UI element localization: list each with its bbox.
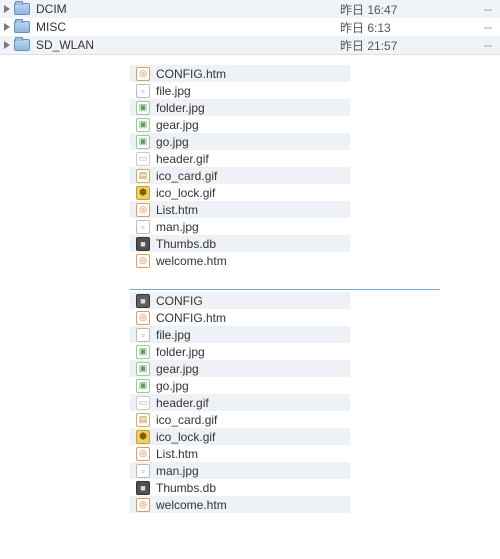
disclosure-triangle-icon[interactable] xyxy=(4,5,10,13)
file-row[interactable]: ◎ welcome.htm xyxy=(130,252,350,269)
htm-icon: ◎ xyxy=(136,254,150,268)
file-row[interactable]: ▣ folder.jpg xyxy=(130,343,350,360)
tree-row[interactable]: MISC昨日 6:13-- xyxy=(0,18,500,36)
file-name: gear.jpg xyxy=(156,118,199,132)
folder-name: SD_WLAN xyxy=(36,38,340,52)
file-row[interactable]: ▫ file.jpg xyxy=(130,326,350,343)
folder-name: DCIM xyxy=(36,2,340,16)
file-name: header.gif xyxy=(156,396,209,410)
disclosure-triangle-icon[interactable] xyxy=(4,41,10,49)
img-icon: ▣ xyxy=(136,118,150,132)
folder-name: MISC xyxy=(36,20,340,34)
gif-icon: ▭ xyxy=(136,396,150,410)
img-icon: ▣ xyxy=(136,345,150,359)
file-name: CONFIG.htm xyxy=(156,311,226,325)
tree-row[interactable]: DCIM昨日 16:47-- xyxy=(0,0,500,18)
file-row[interactable]: ▫ file.jpg xyxy=(130,82,350,99)
file-name: file.jpg xyxy=(156,328,191,342)
file-row[interactable]: ■ Thumbs.db xyxy=(130,479,350,496)
file-name: ico_lock.gif xyxy=(156,186,215,200)
lock-icon: ⬢ xyxy=(136,186,150,200)
gif-icon: ▭ xyxy=(136,152,150,166)
file-row[interactable]: ◎ List.htm xyxy=(130,445,350,462)
file-list-1: ◎ CONFIG.htm ▫ file.jpg ▣ folder.jpg ▣ gear.jpg… xyxy=(130,65,350,269)
file-row[interactable]: ◎ CONFIG.htm xyxy=(130,65,350,82)
disclosure-triangle-icon[interactable] xyxy=(4,23,10,31)
htm-icon: ◎ xyxy=(136,498,150,512)
folder-icon: ■ xyxy=(136,294,150,308)
folder-icon xyxy=(14,3,30,15)
file-name: Thumbs.db xyxy=(156,237,216,251)
file-name: man.jpg xyxy=(156,464,199,478)
file-row[interactable]: ▣ go.jpg xyxy=(130,133,350,150)
file-row[interactable]: ▤ ico_card.gif xyxy=(130,167,350,184)
img-icon: ▣ xyxy=(136,379,150,393)
file-row[interactable]: ▤ ico_card.gif xyxy=(130,411,350,428)
db-icon: ■ xyxy=(136,237,150,251)
file-row[interactable]: ▭ header.gif xyxy=(130,394,350,411)
modified-date: 昨日 21:57 xyxy=(340,37,460,54)
img-icon: ▣ xyxy=(136,362,150,376)
file-row[interactable]: ▫ man.jpg xyxy=(130,218,350,235)
folder-icon xyxy=(14,21,30,33)
file-row[interactable]: ▫ man.jpg xyxy=(130,462,350,479)
htm-icon: ◎ xyxy=(136,67,150,81)
img-icon: ▣ xyxy=(136,101,150,115)
lock-icon: ⬢ xyxy=(136,430,150,444)
file-name: welcome.htm xyxy=(156,254,227,268)
file-name: man.jpg xyxy=(156,220,199,234)
jpg-icon: ▫ xyxy=(136,220,150,234)
file-row[interactable]: ▭ header.gif xyxy=(130,150,350,167)
file-row[interactable]: ◎ List.htm xyxy=(130,201,350,218)
file-name: folder.jpg xyxy=(156,101,205,115)
img-icon: ▣ xyxy=(136,135,150,149)
htm-icon: ◎ xyxy=(136,447,150,461)
file-name: List.htm xyxy=(156,447,198,461)
file-row[interactable]: ⬢ ico_lock.gif xyxy=(130,428,350,445)
file-name: CONFIG.htm xyxy=(156,67,226,81)
file-name: List.htm xyxy=(156,203,198,217)
file-name: gear.jpg xyxy=(156,362,199,376)
file-row[interactable]: ■ CONFIG xyxy=(130,292,350,309)
htm-icon: ◎ xyxy=(136,203,150,217)
file-size: -- xyxy=(460,38,500,52)
file-name: CONFIG xyxy=(156,294,203,308)
card-icon: ▤ xyxy=(136,169,150,183)
card-icon: ▤ xyxy=(136,413,150,427)
file-size: -- xyxy=(460,20,500,34)
file-name: ico_card.gif xyxy=(156,413,217,427)
file-row[interactable]: ■ Thumbs.db xyxy=(130,235,350,252)
file-name: ico_card.gif xyxy=(156,169,217,183)
file-name: file.jpg xyxy=(156,84,191,98)
folder-tree: DCIM昨日 16:47--MISC昨日 6:13--SD_WLAN昨日 21:… xyxy=(0,0,500,55)
file-row[interactable]: ◎ welcome.htm xyxy=(130,496,350,513)
file-row[interactable]: ▣ go.jpg xyxy=(130,377,350,394)
file-name: welcome.htm xyxy=(156,498,227,512)
modified-date: 昨日 16:47 xyxy=(340,1,460,18)
jpg-icon: ▫ xyxy=(136,464,150,478)
file-list-2: ■ CONFIG ◎ CONFIG.htm ▫ file.jpg ▣ folder.jpg ▣ g… xyxy=(130,289,440,513)
folder-icon xyxy=(14,39,30,51)
jpg-icon: ▫ xyxy=(136,328,150,342)
file-name: folder.jpg xyxy=(156,345,205,359)
file-name: Thumbs.db xyxy=(156,481,216,495)
file-name: ico_lock.gif xyxy=(156,430,215,444)
file-row[interactable]: ⬢ ico_lock.gif xyxy=(130,184,350,201)
file-name: go.jpg xyxy=(156,379,189,393)
tree-row[interactable]: SD_WLAN昨日 21:57-- xyxy=(0,36,500,54)
jpg-icon: ▫ xyxy=(136,84,150,98)
file-name: go.jpg xyxy=(156,135,189,149)
file-row[interactable]: ▣ gear.jpg xyxy=(130,360,350,377)
file-row[interactable]: ▣ gear.jpg xyxy=(130,116,350,133)
file-row[interactable]: ◎ CONFIG.htm xyxy=(130,309,350,326)
db-icon: ■ xyxy=(136,481,150,495)
file-size: -- xyxy=(460,2,500,16)
file-row[interactable]: ▣ folder.jpg xyxy=(130,99,350,116)
modified-date: 昨日 6:13 xyxy=(340,19,460,36)
file-name: header.gif xyxy=(156,152,209,166)
htm-icon: ◎ xyxy=(136,311,150,325)
